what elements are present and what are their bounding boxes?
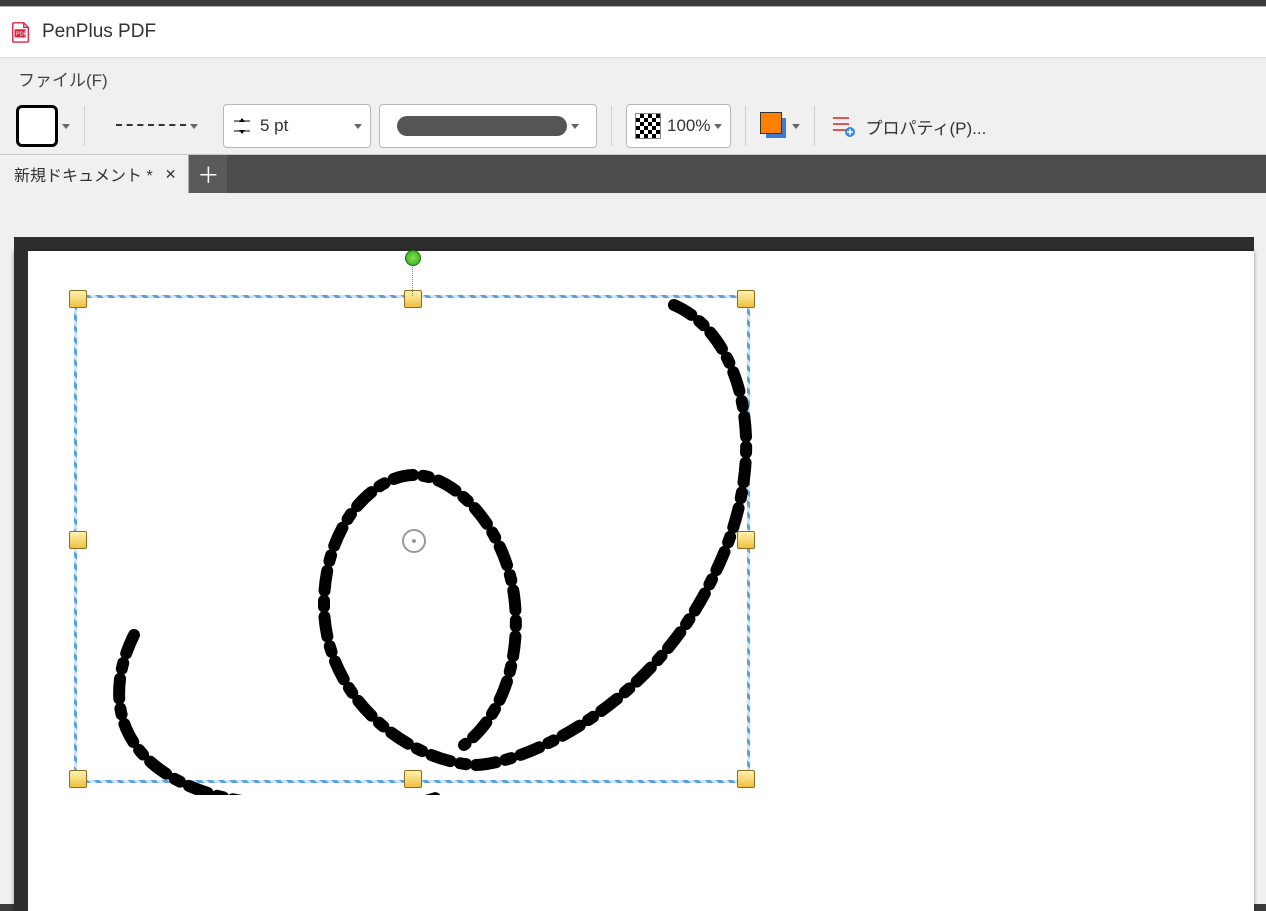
chevron-down-icon: [571, 124, 579, 129]
menubar: ファイル(F): [0, 58, 1266, 98]
properties-button[interactable]: プロパティ(P)...: [829, 112, 986, 140]
toolbar-separator: [84, 106, 85, 146]
chevron-down-icon: [62, 124, 70, 129]
app-window: PDF PenPlus PDF ファイル(F) 5 pt: [0, 6, 1266, 904]
stroke-cap-dropdown[interactable]: [379, 104, 597, 148]
menu-file[interactable]: ファイル(F): [12, 62, 114, 95]
pdf-app-icon: PDF: [10, 21, 32, 43]
opacity-value: 100%: [667, 116, 710, 136]
toolbar-separator: [611, 106, 612, 146]
chevron-down-icon: [190, 124, 198, 129]
app-title: PenPlus PDF: [42, 21, 156, 43]
dashed-line-icon: [116, 124, 186, 128]
toolbar-separator: [814, 106, 815, 146]
ruler-top: [14, 237, 1254, 251]
toolbar: 5 pt 100%: [0, 98, 1266, 155]
tabbar: 新規ドキュメント * ✕ ＋: [0, 155, 1266, 193]
chevron-down-icon: [792, 124, 800, 129]
document-tab-active[interactable]: 新規ドキュメント * ✕: [0, 155, 189, 193]
line-weight-dropdown[interactable]: 5 pt: [223, 104, 371, 148]
toolbar-separator: [745, 106, 746, 146]
line-weight-value: 5 pt: [260, 116, 288, 136]
line-weight-icon: [232, 116, 252, 136]
line-style-dropdown[interactable]: [99, 105, 215, 147]
chevron-down-icon: [354, 124, 362, 129]
ruler-left: [14, 237, 28, 911]
canvas-area: [0, 197, 1266, 904]
opacity-checker-icon: [635, 113, 661, 139]
shape-tool-dropdown[interactable]: [16, 105, 70, 147]
plus-icon: ＋: [197, 158, 219, 190]
opacity-dropdown[interactable]: 100%: [626, 104, 731, 148]
titlebar: PDF PenPlus PDF: [0, 7, 1266, 58]
tab-label: 新規ドキュメント *: [14, 162, 153, 186]
svg-text:PDF: PDF: [16, 32, 28, 38]
properties-icon: [829, 112, 857, 140]
rectangle-shape-icon: [16, 105, 58, 147]
tab-close-icon[interactable]: ✕: [161, 166, 181, 183]
fill-color-swatch: [760, 112, 788, 140]
chevron-down-icon: [714, 124, 722, 129]
stroke-preview-icon: [397, 116, 567, 136]
color-picker-dropdown[interactable]: [760, 112, 800, 140]
document-page[interactable]: [14, 251, 1254, 911]
properties-label: プロパティ(P)...: [865, 114, 986, 139]
add-tab-button[interactable]: ＋: [189, 155, 227, 193]
